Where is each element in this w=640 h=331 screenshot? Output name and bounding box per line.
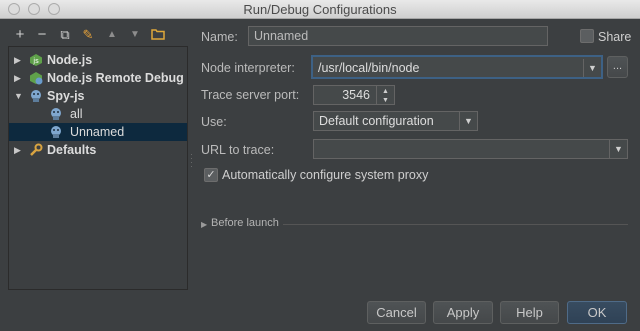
splitter-handle[interactable]: · · · · xyxy=(190,150,193,171)
expand-arrow-icon[interactable]: ▶ xyxy=(14,141,24,159)
ok-button[interactable]: OK xyxy=(567,301,627,324)
run-debug-configurations-dialog: Run/Debug Configurations + − ⧉ ✎ ▲ ▼ ▶ j… xyxy=(0,0,640,331)
use-combo[interactable]: Default configuration ▼ xyxy=(313,111,478,131)
share-label: Share xyxy=(598,30,632,44)
tree-item-label: Unnamed xyxy=(70,125,125,139)
use-label: Use: xyxy=(201,115,227,129)
node-interpreter-value: /usr/local/bin/node xyxy=(318,61,420,75)
nodejs-remote-icon xyxy=(29,71,43,85)
tree-item-nodejs[interactable]: ▶ js Node.js xyxy=(9,51,187,69)
url-to-trace-label: URL to trace: xyxy=(201,143,275,157)
apply-button[interactable]: Apply xyxy=(433,301,493,324)
tree-item-label: all xyxy=(70,107,83,121)
url-to-trace-combo[interactable]: ▼ xyxy=(313,139,628,159)
title-bar: Run/Debug Configurations xyxy=(0,0,640,19)
move-down-icon[interactable]: ▼ xyxy=(127,27,143,43)
spyjs-config-icon xyxy=(49,107,63,121)
before-launch-divider xyxy=(283,224,628,225)
before-launch-label[interactable]: Before launch xyxy=(211,217,279,229)
tree-item-label: Defaults xyxy=(47,143,97,157)
expand-arrow-icon[interactable]: ▶ xyxy=(201,220,207,229)
node-interpreter-combo[interactable]: /usr/local/bin/node ▼ xyxy=(311,55,603,79)
trace-port-value: 3546 xyxy=(342,88,370,102)
cancel-button[interactable]: Cancel xyxy=(367,301,426,324)
chevron-down-icon[interactable]: ▼ xyxy=(459,112,477,130)
move-up-icon[interactable]: ▲ xyxy=(104,27,120,43)
share-checkbox[interactable] xyxy=(580,29,594,43)
configuration-tree[interactable]: ▶ js Node.js ▶ Node.js Remote Debug ▼ Sp… xyxy=(8,46,188,290)
nodejs-icon: js xyxy=(29,53,43,67)
name-label: Name: xyxy=(201,30,238,44)
trace-port-spinner[interactable]: 3546 ▲ ▼ xyxy=(313,85,395,105)
folder-icon[interactable] xyxy=(150,28,166,44)
remove-configuration-icon[interactable]: − xyxy=(34,27,50,43)
window-title: Run/Debug Configurations xyxy=(243,2,397,17)
tree-item-defaults[interactable]: ▶ Defaults xyxy=(9,141,187,159)
add-configuration-icon[interactable]: + xyxy=(12,27,28,43)
auto-proxy-checkbox[interactable]: ✓ xyxy=(204,168,218,182)
node-interpreter-label: Node interpreter: xyxy=(201,61,295,75)
expand-arrow-icon[interactable]: ▶ xyxy=(14,51,24,69)
tree-item-spy-js[interactable]: ▼ Spy-js xyxy=(9,87,187,105)
tree-item-all[interactable]: all xyxy=(9,105,187,123)
node-interpreter-browse-button[interactable]: ... xyxy=(607,56,628,78)
tree-item-unnamed[interactable]: Unnamed xyxy=(9,123,187,141)
spinner-arrows-icon[interactable]: ▲ ▼ xyxy=(376,86,394,104)
tree-item-nodejs-remote-debug[interactable]: ▶ Node.js Remote Debug xyxy=(9,69,187,87)
tree-item-label: Node.js xyxy=(47,53,93,67)
expand-arrow-icon[interactable]: ▶ xyxy=(14,69,24,87)
edit-defaults-icon[interactable]: ✎ xyxy=(80,27,96,43)
chevron-down-icon[interactable]: ▼ xyxy=(609,140,627,158)
auto-proxy-label: Automatically configure system proxy xyxy=(222,168,429,182)
defaults-wrench-icon xyxy=(29,143,43,157)
tree-item-label: Node.js Remote Debug xyxy=(47,71,184,85)
trace-port-label: Trace server port: xyxy=(201,88,300,102)
svg-text:js: js xyxy=(32,57,39,65)
spyjs-icon xyxy=(29,89,43,103)
name-field[interactable]: Unnamed xyxy=(248,26,548,46)
help-button[interactable]: Help xyxy=(500,301,559,324)
use-value: Default configuration xyxy=(319,114,434,128)
collapse-arrow-icon[interactable]: ▼ xyxy=(14,87,24,105)
copy-configuration-icon[interactable]: ⧉ xyxy=(57,27,73,43)
tree-item-label: Spy-js xyxy=(47,89,85,103)
spyjs-config-icon xyxy=(49,125,63,139)
chevron-down-icon[interactable]: ▼ xyxy=(583,59,601,77)
